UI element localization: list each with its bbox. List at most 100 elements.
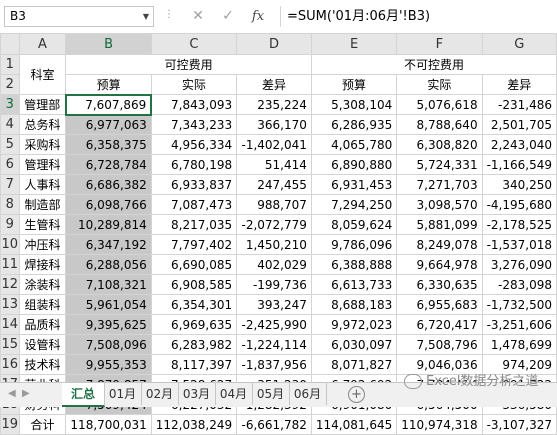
value-cell[interactable]: 366,170 [236, 114, 312, 135]
row-header[interactable]: 15 [0, 334, 20, 355]
value-cell[interactable]: -1,537,018 [481, 234, 557, 255]
value-cell[interactable]: 988,707 [236, 194, 312, 215]
tab-prev-icon[interactable]: ◀ [8, 388, 16, 399]
value-cell[interactable]: 118,700,031 [65, 414, 152, 435]
subheader-actual[interactable]: 实际 [150, 74, 238, 95]
value-cell[interactable]: 340,250 [481, 174, 557, 195]
value-cell[interactable]: 402,029 [236, 254, 312, 275]
value-cell[interactable]: 6,728,784 [65, 154, 152, 175]
value-cell[interactable]: 110,974,318 [396, 414, 483, 435]
value-cell[interactable]: -231,486 [481, 94, 557, 115]
value-cell[interactable]: 9,786,096 [310, 234, 398, 255]
value-cell[interactable]: 6,283,982 [150, 334, 238, 355]
value-cell[interactable]: 1,478,699 [481, 334, 557, 355]
value-cell[interactable]: 6,686,382 [65, 174, 152, 195]
row-header[interactable]: 19 [0, 414, 20, 435]
dept-cell[interactable]: 总务科 [18, 114, 67, 135]
cancel-icon[interactable]: ✕ [187, 6, 209, 27]
sheet-tab[interactable]: 06月 [289, 383, 327, 405]
value-cell[interactable]: -6,661,782 [236, 414, 312, 435]
row-header[interactable]: 12 [0, 274, 20, 295]
value-cell[interactable]: -1,166,549 [481, 154, 557, 175]
formula-input[interactable]: =SUM('01月:06月'!B3) [280, 6, 557, 27]
value-cell[interactable]: -2,425,990 [236, 314, 312, 335]
row-header[interactable]: 11 [0, 254, 20, 275]
value-cell[interactable]: 6,098,766 [65, 194, 152, 215]
dept-cell[interactable]: 管理科 [18, 154, 67, 175]
splitter-dots-icon[interactable]: ⋮ [164, 9, 174, 20]
dept-cell[interactable]: 冲压科 [18, 234, 67, 255]
select-all-corner[interactable] [0, 33, 20, 55]
value-cell[interactable]: 7,108,321 [65, 274, 152, 295]
value-cell[interactable]: 9,395,625 [65, 314, 152, 335]
sheet-tab[interactable]: 汇总 [62, 383, 105, 407]
value-cell[interactable]: -283,098 [481, 274, 557, 295]
sheet-tab[interactable]: 01月 [104, 383, 142, 405]
row-header[interactable]: 14 [0, 314, 20, 335]
value-cell[interactable]: 112,038,249 [150, 414, 238, 435]
value-cell[interactable]: 7,508,796 [396, 334, 483, 355]
dept-cell[interactable]: 人事科 [18, 174, 67, 195]
value-cell[interactable]: 8,788,640 [396, 114, 483, 135]
value-cell[interactable]: 6,330,635 [396, 274, 483, 295]
value-cell[interactable]: -3,107,327 [481, 414, 557, 435]
value-cell[interactable]: 247,455 [236, 174, 312, 195]
subheader-variance[interactable]: 差异 [481, 74, 557, 95]
value-cell[interactable]: -2,178,525 [481, 214, 557, 235]
value-cell[interactable]: 6,908,585 [150, 274, 238, 295]
name-box[interactable]: B3 ▼ [4, 6, 154, 27]
value-cell[interactable]: 7,087,473 [150, 194, 238, 215]
value-cell[interactable]: 6,780,198 [150, 154, 238, 175]
fx-icon[interactable]: fx [247, 6, 269, 27]
value-cell[interactable]: 6,347,192 [65, 234, 152, 255]
column-header-c[interactable]: C [150, 33, 238, 55]
row-header[interactable]: 13 [0, 294, 20, 315]
value-cell[interactable]: 8,071,827 [310, 354, 398, 375]
value-cell[interactable]: 8,059,624 [310, 214, 398, 235]
row-header[interactable]: 6 [0, 154, 20, 175]
tab-next-icon[interactable]: ▶ [22, 388, 30, 399]
value-cell[interactable]: 7,343,233 [150, 114, 238, 135]
sheet-tab[interactable]: 02月 [141, 383, 179, 405]
row-header[interactable]: 3 [0, 94, 20, 115]
value-cell[interactable]: 6,955,683 [396, 294, 483, 315]
value-cell[interactable]: 114,081,645 [310, 414, 398, 435]
subheader-variance[interactable]: 差异 [236, 74, 312, 95]
value-cell[interactable]: 7,607,869 [64, 93, 153, 116]
dept-cell[interactable]: 涂装科 [18, 274, 67, 295]
value-cell[interactable]: 6,358,375 [65, 134, 152, 155]
value-cell[interactable]: 7,294,250 [310, 194, 398, 215]
value-cell[interactable]: 6,690,085 [150, 254, 238, 275]
value-cell[interactable]: -3,251,606 [481, 314, 557, 335]
dept-cell[interactable]: 合计 [18, 414, 67, 435]
value-cell[interactable]: 235,224 [236, 94, 312, 115]
dept-cell[interactable]: 焊接科 [18, 254, 67, 275]
value-cell[interactable]: 8,249,078 [396, 234, 483, 255]
row-header[interactable]: 10 [0, 234, 20, 255]
row-header[interactable]: 4 [0, 114, 20, 135]
dept-cell[interactable]: 设管科 [18, 334, 67, 355]
value-cell[interactable]: 2,243,040 [481, 134, 557, 155]
value-cell[interactable]: -1,837,956 [236, 354, 312, 375]
enter-icon[interactable]: ✓ [217, 6, 239, 27]
row-header-1[interactable]: 1 [0, 54, 20, 75]
value-cell[interactable]: 5,881,099 [396, 214, 483, 235]
value-cell[interactable]: 6,890,880 [310, 154, 398, 175]
column-header-d[interactable]: D [236, 33, 312, 55]
value-cell[interactable]: -4,195,680 [481, 194, 557, 215]
dept-cell[interactable]: 制造部 [18, 194, 67, 215]
value-cell[interactable]: 6,288,056 [65, 254, 152, 275]
column-header-g[interactable]: G [481, 33, 557, 55]
column-header-a[interactable]: A [18, 33, 67, 55]
sheet-tab[interactable]: 04月 [215, 383, 253, 405]
dept-cell[interactable]: 组装科 [18, 294, 67, 315]
value-cell[interactable]: 6,354,301 [150, 294, 238, 315]
dropdown-icon[interactable]: ▼ [143, 7, 149, 26]
sheet-tab[interactable]: 05月 [252, 383, 290, 405]
value-cell[interactable]: -2,072,779 [236, 214, 312, 235]
value-cell[interactable]: 9,664,978 [396, 254, 483, 275]
dept-cell[interactable]: 技术科 [18, 354, 67, 375]
dept-cell[interactable]: 采购科 [18, 134, 67, 155]
sheet-tab[interactable]: 03月 [178, 383, 216, 405]
value-cell[interactable]: -1,732,500 [481, 294, 557, 315]
